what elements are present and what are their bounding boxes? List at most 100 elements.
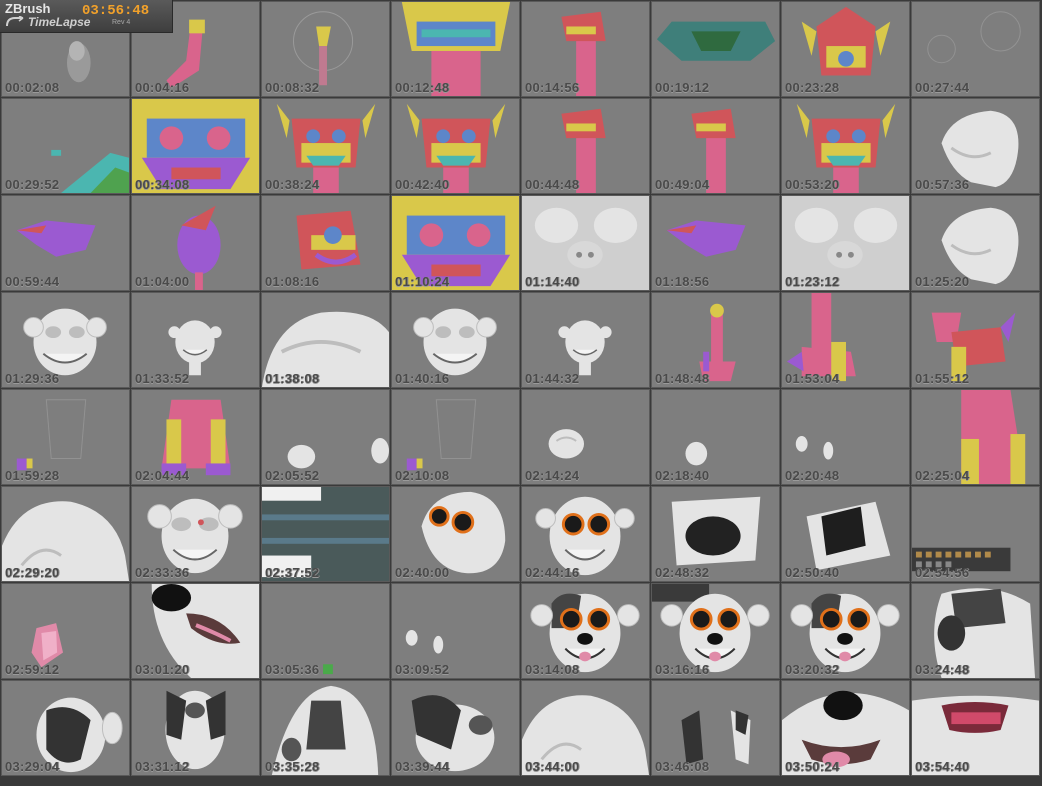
timelapse-frame[interactable]: 01:53:04 <box>781 292 910 388</box>
timelapse-frame[interactable]: 03:24:48 <box>911 583 1040 679</box>
frame-timestamp: 00:19:12 <box>655 80 710 95</box>
frame-timestamp: 02:05:52 <box>265 468 320 483</box>
timelapse-frame[interactable]: 01:23:12 <box>781 195 910 291</box>
frame-timestamp: 01:25:20 <box>915 274 970 289</box>
frame-timestamp: 01:10:24 <box>395 274 450 289</box>
timelapse-frame[interactable]: 00:53:20 <box>781 98 910 194</box>
frame-timestamp: 02:29:20 <box>5 565 60 580</box>
timelapse-frame[interactable]: 02:40:00 <box>391 486 520 582</box>
timelapse-frame-grid: 00:02:08 00:04:16 00:08:32 00:12:48 00:14:56… <box>1 1 1041 785</box>
timelapse-frame[interactable]: 01:08:16 <box>261 195 390 291</box>
timelapse-frame[interactable]: 00:42:40 <box>391 98 520 194</box>
timelapse-frame[interactable]: 00:27:44 <box>911 1 1040 97</box>
timelapse-frame[interactable]: 02:50:40 <box>781 486 910 582</box>
timelapse-frame[interactable]: 01:59:28 <box>1 389 130 485</box>
timelapse-frame[interactable]: 01:10:24 <box>391 195 520 291</box>
timelapse-frame[interactable]: 00:14:56 <box>521 1 650 97</box>
frame-timestamp: 00:57:36 <box>915 177 970 192</box>
frame-timestamp: 01:33:52 <box>135 371 190 386</box>
timelapse-frame[interactable]: 02:14:24 <box>521 389 650 485</box>
timelapse-frame[interactable]: 00:49:04 <box>651 98 780 194</box>
frame-timestamp: 00:08:32 <box>265 80 320 95</box>
timelapse-frame[interactable]: 03:09:52 <box>391 583 520 679</box>
frame-timestamp: 03:05:36 <box>265 662 320 677</box>
frame-timestamp: 03:20:32 <box>785 662 840 677</box>
timelapse-frame[interactable]: 02:48:32 <box>651 486 780 582</box>
timelapse-frame[interactable]: 03:01:20 <box>131 583 260 679</box>
timelapse-frame[interactable]: 01:55:12 <box>911 292 1040 388</box>
timelapse-frame[interactable]: 03:50:24 <box>781 680 910 776</box>
total-time-clock: 03:56:48 <box>82 3 150 19</box>
timelapse-frame[interactable]: 02:33:36 <box>131 486 260 582</box>
frame-timestamp: 02:20:48 <box>785 468 840 483</box>
frame-timestamp: 01:14:40 <box>525 274 580 289</box>
timelapse-frame[interactable]: 00:19:12 <box>651 1 780 97</box>
timelapse-frame[interactable]: 02:10:08 <box>391 389 520 485</box>
timelapse-frame[interactable]: 03:20:32 <box>781 583 910 679</box>
timelapse-frame[interactable]: 03:35:28 <box>261 680 390 776</box>
frame-timestamp: 03:31:12 <box>135 759 190 774</box>
frame-timestamp: 01:29:36 <box>5 371 60 386</box>
timelapse-frame[interactable]: 00:57:36 <box>911 98 1040 194</box>
timelapse-frame[interactable]: 01:38:08 <box>261 292 390 388</box>
timelapse-frame[interactable]: 00:23:28 <box>781 1 910 97</box>
timelapse-frame[interactable]: 00:29:52 <box>1 98 130 194</box>
timelapse-frame[interactable]: 02:04:44 <box>131 389 260 485</box>
timelapse-frame[interactable]: 03:05:36 <box>261 583 390 679</box>
frame-timestamp: 03:16:16 <box>655 662 710 677</box>
timelapse-frame[interactable]: 02:37:52 <box>261 486 390 582</box>
timelapse-frame[interactable]: 02:29:20 <box>1 486 130 582</box>
timelapse-frame[interactable]: 03:14:08 <box>521 583 650 679</box>
timelapse-frame[interactable]: 01:29:36 <box>1 292 130 388</box>
frame-timestamp: 02:33:36 <box>135 565 190 580</box>
timelapse-frame[interactable]: 01:44:32 <box>521 292 650 388</box>
timelapse-frame[interactable]: 02:20:48 <box>781 389 910 485</box>
timelapse-frame[interactable]: 02:44:16 <box>521 486 650 582</box>
frame-timestamp: 02:54:56 <box>915 565 970 580</box>
timelapse-frame[interactable]: 00:59:44 <box>1 195 130 291</box>
timelapse-frame[interactable]: 01:25:20 <box>911 195 1040 291</box>
timelapse-frame[interactable]: 01:40:16 <box>391 292 520 388</box>
timelapse-frame[interactable]: 00:44:48 <box>521 98 650 194</box>
zbrush-timelapse-logo: ZBrush TimeLapse Rev 4 03:56:48 <box>0 0 173 33</box>
timelapse-frame[interactable]: 00:08:32 <box>261 1 390 97</box>
frame-timestamp: 02:14:24 <box>525 468 580 483</box>
timelapse-frame[interactable]: 03:54:40 <box>911 680 1040 776</box>
timelapse-frame[interactable]: 03:29:04 <box>1 680 130 776</box>
timelapse-frame[interactable]: 02:59:12 <box>1 583 130 679</box>
timelapse-frame[interactable]: 01:14:40 <box>521 195 650 291</box>
timelapse-frame[interactable]: 01:04:00 <box>131 195 260 291</box>
timelapse-frame[interactable]: 03:39:44 <box>391 680 520 776</box>
timelapse-frame[interactable]: 03:44:00 <box>521 680 650 776</box>
timelapse-frame[interactable]: 00:38:24 <box>261 98 390 194</box>
revision-label: Rev 4 <box>112 19 131 26</box>
frame-timestamp: 01:55:12 <box>915 371 970 386</box>
frame-timestamp: 02:25:04 <box>915 468 970 483</box>
brand-label: ZBrush <box>5 1 51 16</box>
frame-timestamp: 00:12:48 <box>395 80 450 95</box>
frame-timestamp: 03:39:44 <box>395 759 450 774</box>
timelapse-frame[interactable]: 02:25:04 <box>911 389 1040 485</box>
frame-timestamp: 00:23:28 <box>785 80 840 95</box>
timelapse-frame[interactable]: 00:34:08 <box>131 98 260 194</box>
timelapse-frame[interactable]: 02:05:52 <box>261 389 390 485</box>
timelapse-swoosh-icon <box>6 16 24 27</box>
frame-timestamp: 00:42:40 <box>395 177 450 192</box>
timelapse-frame[interactable]: 01:33:52 <box>131 292 260 388</box>
timelapse-frame[interactable]: 01:18:56 <box>651 195 780 291</box>
frame-timestamp: 00:44:48 <box>525 177 580 192</box>
frame-timestamp: 00:38:24 <box>265 177 320 192</box>
timelapse-frame[interactable]: 03:16:16 <box>651 583 780 679</box>
timelapse-frame[interactable]: 03:46:08 <box>651 680 780 776</box>
timelapse-frame[interactable]: 00:12:48 <box>391 1 520 97</box>
timelapse-frame[interactable]: 03:31:12 <box>131 680 260 776</box>
timelapse-frame[interactable]: 01:48:48 <box>651 292 780 388</box>
timelapse-frame[interactable]: 02:54:56 <box>911 486 1040 582</box>
frame-timestamp: 02:37:52 <box>265 565 320 580</box>
frame-timestamp: 03:29:04 <box>5 759 60 774</box>
frame-timestamp: 00:34:08 <box>135 177 190 192</box>
frame-timestamp: 01:53:04 <box>785 371 840 386</box>
timelapse-frame[interactable]: 02:18:40 <box>651 389 780 485</box>
frame-timestamp: 03:44:00 <box>525 759 580 774</box>
frame-timestamp: 01:23:12 <box>785 274 840 289</box>
